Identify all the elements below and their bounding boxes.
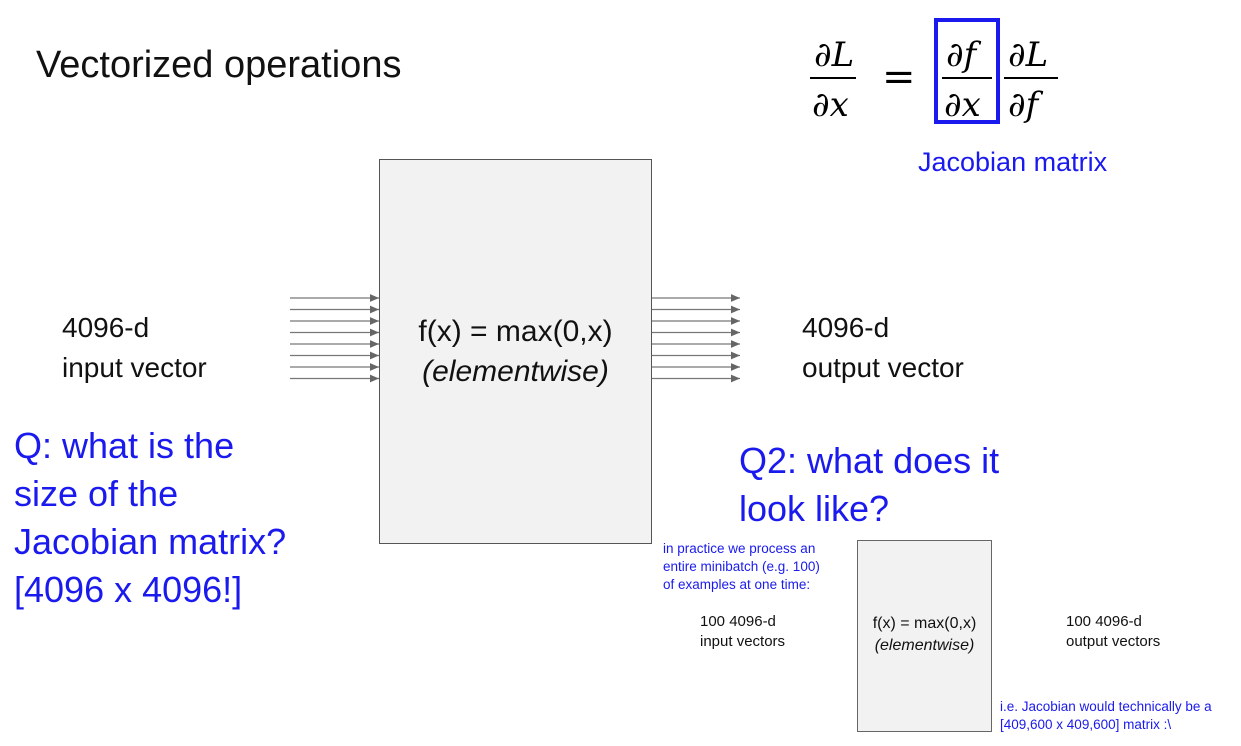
q1-line: Q: what is the bbox=[14, 425, 235, 466]
q1-answer: [4096 x 4096!] bbox=[14, 569, 243, 610]
q1-line: size of the bbox=[14, 473, 179, 514]
note-line: i.e. Jacobian would technically be a bbox=[1000, 699, 1212, 714]
input-dim: 4096-d bbox=[62, 312, 150, 343]
output-vector-label: 4096-d output vector bbox=[802, 308, 964, 388]
function-note: (elementwise) bbox=[422, 355, 609, 388]
q2-line: Q2: what does it bbox=[739, 440, 1000, 481]
function-formula: f(x) = max(0,x) bbox=[418, 315, 613, 348]
note-line: in practice we process an bbox=[663, 541, 816, 556]
minibatch-input-dim: 100 4096-d bbox=[700, 613, 776, 630]
jacobian-size-note: i.e. Jacobian would technically be a [40… bbox=[1000, 698, 1212, 734]
input-desc: input vector bbox=[62, 352, 207, 383]
output-desc: output vector bbox=[802, 352, 964, 383]
output-dim: 4096-d bbox=[802, 312, 890, 343]
function-label: f(x) = max(0,x) (elementwise) bbox=[379, 312, 652, 392]
minibatch-output-dim: 100 4096-d bbox=[1066, 613, 1142, 630]
q2-line: look like? bbox=[739, 488, 890, 529]
note-line: [409,600 x 409,600] matrix :\ bbox=[1000, 717, 1172, 732]
minibatch-input-label: 100 4096-d input vectors bbox=[700, 612, 785, 652]
minibatch-output-label: 100 4096-d output vectors bbox=[1066, 612, 1160, 652]
minibatch-output-desc: output vectors bbox=[1066, 633, 1161, 650]
note-line: entire minibatch (e.g. 100) bbox=[663, 559, 820, 574]
input-vector-label: 4096-d input vector bbox=[62, 308, 207, 388]
minibatch-input-desc: input vectors bbox=[700, 633, 786, 650]
minibatch-note: in practice we process an entire minibat… bbox=[663, 540, 820, 594]
minibatch-formula: f(x) = max(0,x) bbox=[872, 615, 977, 632]
question-2: Q2: what does it look like? bbox=[739, 437, 999, 533]
note-line: of examples at one time: bbox=[663, 577, 811, 592]
minibatch-function-note: (elementwise) bbox=[874, 637, 975, 654]
question-1: Q: what is the size of the Jacobian matr… bbox=[14, 422, 286, 614]
q1-line: Jacobian matrix? bbox=[14, 521, 287, 562]
minibatch-function-label: f(x) = max(0,x) (elementwise) bbox=[857, 613, 992, 657]
